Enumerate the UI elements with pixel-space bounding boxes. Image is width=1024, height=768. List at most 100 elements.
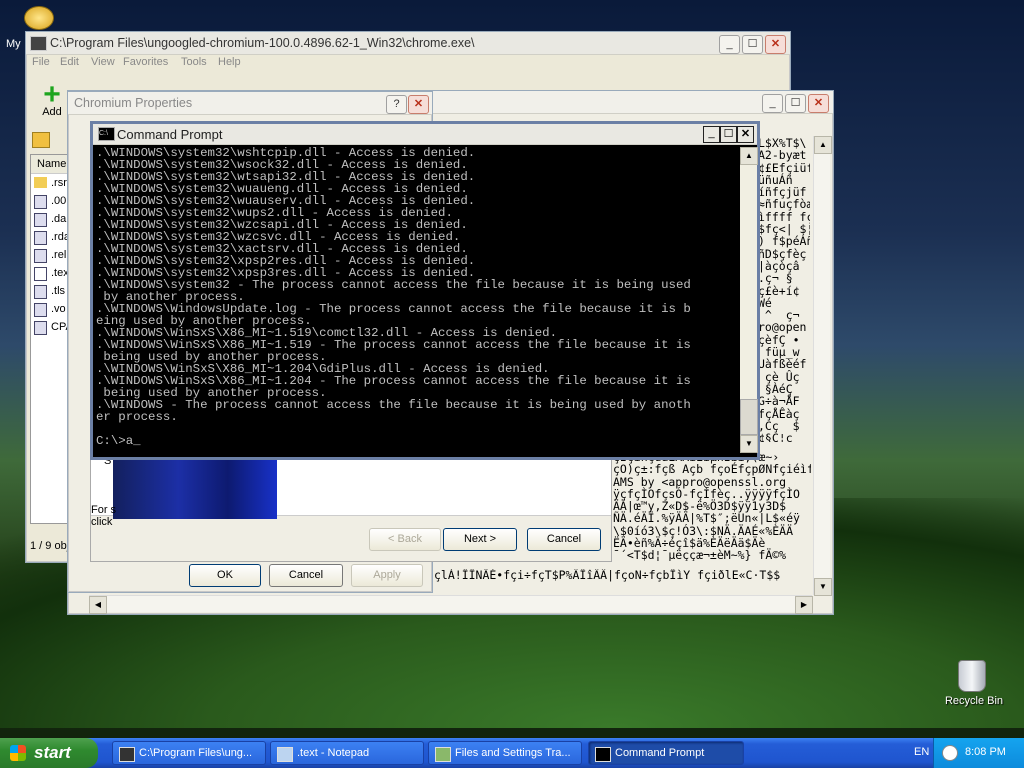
start-button[interactable]: start xyxy=(0,738,98,768)
explorer-app-icon xyxy=(30,36,47,51)
wizard-text-click: click xyxy=(91,516,113,528)
apply-button[interactable]: Apply xyxy=(351,564,423,587)
wizard-banner-image xyxy=(113,453,277,519)
menu-edit[interactable]: Edit xyxy=(60,56,79,68)
scroll-right-arrow[interactable]: ▶ xyxy=(795,596,813,614)
desktop-top-icon[interactable] xyxy=(24,6,54,30)
cmd-titlebar[interactable]: C:\ Command Prompt _ ☐ ✕ xyxy=(93,124,757,145)
maximize-button[interactable]: ☐ xyxy=(785,94,806,113)
add-button[interactable]: + Add xyxy=(34,78,70,124)
explorer-title: C:\Program Files\ungoogled-chromium-100.… xyxy=(50,36,475,50)
scroll-up-arrow[interactable]: ▲ xyxy=(814,136,832,154)
list-item[interactable]: .00 xyxy=(31,192,69,210)
task-label: .text - Notepad xyxy=(297,747,370,759)
list-item[interactable]: .da xyxy=(31,210,69,228)
scroll-down-arrow[interactable]: ▼ xyxy=(740,435,758,453)
windows-logo-icon xyxy=(10,745,26,761)
menu-help[interactable]: Help xyxy=(218,56,241,68)
task-command-prompt[interactable]: Command Prompt xyxy=(588,741,744,765)
minimize-button[interactable]: _ xyxy=(762,94,783,113)
cmd-scrollbar[interactable]: ▲ ▼ xyxy=(740,147,758,453)
minimize-button[interactable]: _ xyxy=(703,126,720,143)
console-line: C:\>a_ xyxy=(96,434,141,448)
garbled-text-right: L$X%T$\ A2-byæt ¢£Efçiüf üñuÁñ íñfçjüf ≈… xyxy=(758,137,810,442)
ok-button[interactable]: OK xyxy=(189,564,261,587)
close-button[interactable]: ✕ xyxy=(408,95,429,114)
scroll-up-arrow[interactable]: ▲ xyxy=(740,147,758,165)
dialog-title: Chromium Properties xyxy=(74,96,193,110)
file-icon xyxy=(34,303,47,317)
clock[interactable]: 8:08 PM xyxy=(965,746,1006,758)
task-notepad[interactable]: .text - Notepad xyxy=(270,741,424,765)
file-icon xyxy=(34,285,47,299)
maximize-button[interactable]: ☐ xyxy=(720,126,737,143)
scroll-down-arrow[interactable]: ▼ xyxy=(814,578,832,596)
folder-icon xyxy=(34,177,47,188)
next-button[interactable]: Next > xyxy=(443,528,517,551)
taskbar: start C:\Program Files\ung... .text - No… xyxy=(0,738,1024,768)
console-output[interactable]: .\WINDOWS\system32\wshtcpip.dll - Access… xyxy=(96,147,736,452)
explorer-task-icon xyxy=(119,747,135,762)
menu-file[interactable]: File xyxy=(32,56,50,68)
menu-tools[interactable]: Tools xyxy=(181,56,207,68)
task-files-settings[interactable]: Files and Settings Tra... xyxy=(428,741,582,765)
help-button[interactable]: ? xyxy=(386,95,407,114)
explorer-titlebar[interactable]: C:\Program Files\ungoogled-chromium-100.… xyxy=(26,32,790,55)
file-list: Name .rsr .00 .da .rda .rel .tex .tls .v… xyxy=(30,154,70,524)
system-tray: 8:08 PM xyxy=(933,738,1024,768)
start-label: start xyxy=(34,743,71,762)
close-button[interactable]: ✕ xyxy=(765,35,786,54)
scroll-left-arrow[interactable]: ◀ xyxy=(89,596,107,614)
cancel-button[interactable]: Cancel xyxy=(269,564,343,587)
wizard-cancel-button[interactable]: Cancel xyxy=(527,528,601,551)
garbled-text-strip: çlÀ!ÎÎNÂÉ•fçi÷fçT$P%ÄÎîÄÄ|fçoN­÷fçbÎìY f… xyxy=(434,569,781,582)
maximize-button[interactable]: ☐ xyxy=(742,35,763,54)
language-indicator[interactable]: EN xyxy=(914,746,929,758)
list-item[interactable]: .vo xyxy=(31,300,69,318)
clock-icon[interactable] xyxy=(942,745,958,761)
list-item[interactable]: .rda xyxy=(31,228,69,246)
column-name[interactable]: Name xyxy=(31,155,69,174)
recycle-bin-icon[interactable] xyxy=(958,660,986,692)
transfer-wizard-icon xyxy=(435,747,451,762)
up-folder-icon[interactable] xyxy=(32,132,50,148)
wizard-text-for: For s xyxy=(91,504,117,516)
file-icon xyxy=(34,321,47,335)
command-prompt-window: C:\ Command Prompt _ ☐ ✕ .\WINDOWS\syste… xyxy=(90,121,760,460)
cmd-title: Command Prompt xyxy=(117,127,223,142)
console-line: .\WINDOWS - The process cannot access th… xyxy=(96,398,691,412)
plus-icon: + xyxy=(43,78,61,111)
menu-view[interactable]: View xyxy=(91,56,115,68)
console-line: er process. xyxy=(96,410,178,424)
notepad-icon xyxy=(277,747,293,762)
close-button[interactable]: ✕ xyxy=(808,94,829,113)
back-button[interactable]: < Back xyxy=(369,528,441,551)
task-label: Command Prompt xyxy=(615,747,705,759)
add-label: Add xyxy=(42,106,62,118)
mydocs-label[interactable]: My xyxy=(6,38,21,50)
horizontal-scrollbar[interactable]: ◀ ▶ xyxy=(89,595,813,614)
list-item[interactable]: CPA xyxy=(31,318,69,336)
file-icon xyxy=(34,267,47,281)
list-item[interactable]: .rsr xyxy=(31,174,69,192)
task-label: C:\Program Files\ung... xyxy=(139,747,253,759)
minimize-button[interactable]: _ xyxy=(719,35,740,54)
cmd-task-icon xyxy=(595,747,611,762)
menu-favorites[interactable]: Favorites xyxy=(123,56,168,68)
scroll-thumb[interactable] xyxy=(740,399,758,435)
task-explorer[interactable]: C:\Program Files\ung... xyxy=(112,741,266,765)
garbled-text-bottom: çİçîñçuàÊÄÄî­ÊïµñÏßí,(æ~› çO)ç±:fçß Açb … xyxy=(613,451,811,561)
recycle-bin-label[interactable]: Recycle Bin xyxy=(936,695,1012,707)
vertical-scrollbar[interactable]: ▲ ▼ xyxy=(813,136,832,596)
task-label: Files and Settings Tra... xyxy=(455,747,571,759)
close-button[interactable]: ✕ xyxy=(737,126,754,143)
cmd-app-icon: C:\ xyxy=(98,127,115,141)
explorer-status: 1 / 9 obj xyxy=(30,540,70,552)
explorer-menubar: File Edit View Favorites Tools Help xyxy=(26,56,790,74)
list-item[interactable]: .tls xyxy=(31,282,69,300)
file-icon xyxy=(34,249,47,263)
list-item[interactable]: .tex xyxy=(31,264,69,282)
dialog-titlebar[interactable]: Chromium Properties ? ✕ xyxy=(68,92,432,115)
list-item[interactable]: .rel xyxy=(31,246,69,264)
